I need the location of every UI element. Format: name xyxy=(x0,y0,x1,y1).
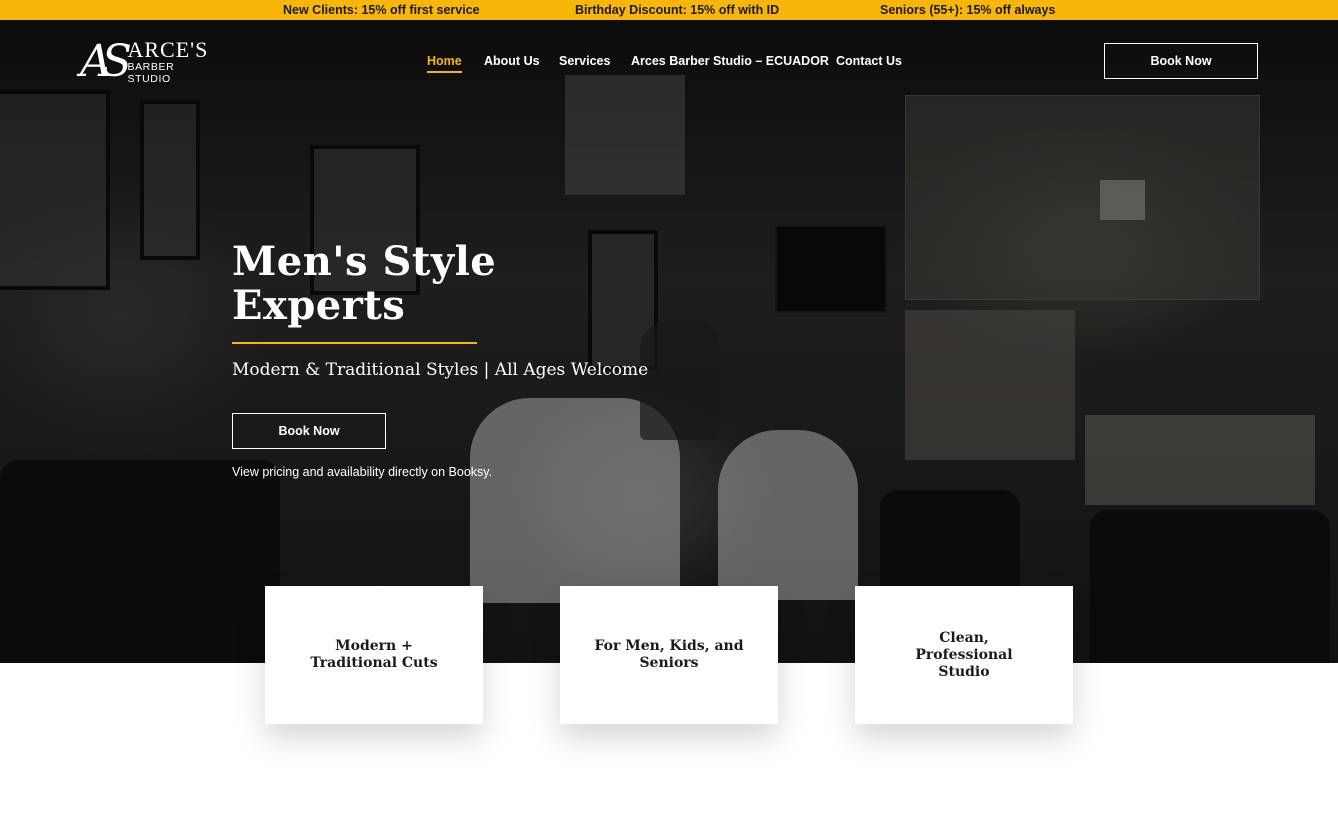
feature-card-studio: Clean, Professional Studio xyxy=(855,586,1073,724)
feature-card-label: Modern + Traditional Cuts xyxy=(310,638,438,671)
nav-home[interactable]: Home xyxy=(427,54,462,73)
promo-seniors: Seniors (55+): 15% off always xyxy=(880,3,1056,17)
feature-card-all-ages: For Men, Kids, and Seniors xyxy=(560,586,778,724)
feature-card-label: For Men, Kids, and Seniors xyxy=(594,638,744,671)
hero-title: Men's Style Experts xyxy=(232,240,652,328)
header-book-now-button[interactable]: Book Now xyxy=(1104,43,1258,79)
nav-ecuador[interactable]: Arces Barber Studio – ECUADOR xyxy=(631,54,829,68)
nav-contact-us[interactable]: Contact Us xyxy=(836,54,902,68)
nav-services[interactable]: Services xyxy=(559,54,610,68)
hero-section xyxy=(0,20,1338,663)
logo-mark: AS xyxy=(80,36,132,87)
promo-new-clients: New Clients: 15% off first service xyxy=(283,3,480,17)
logo-text: ARCE'S BARBER STUDIO xyxy=(127,37,220,86)
nav-about-us[interactable]: About Us xyxy=(484,54,540,68)
hero-book-now-button[interactable]: Book Now xyxy=(232,413,386,449)
brand-logo[interactable]: AS ARCE'S BARBER STUDIO xyxy=(80,33,220,91)
promo-bar: New Clients: 15% off first service Birth… xyxy=(0,0,1338,20)
logo-name: ARCE'S xyxy=(127,37,209,62)
hero-title-line-1: Men's Style xyxy=(232,238,497,285)
logo-subtitle: BARBER STUDIO xyxy=(127,61,175,85)
promo-birthday: Birthday Discount: 15% off with ID xyxy=(575,3,780,17)
hero-booksy-note: View pricing and availability directly o… xyxy=(232,465,493,479)
hero-subtitle: Modern & Traditional Styles | All Ages W… xyxy=(232,360,649,380)
feature-card-label: Clean, Professional Studio xyxy=(915,629,1013,680)
hero-title-line-2: Experts xyxy=(232,282,406,329)
hero-divider xyxy=(232,342,477,344)
hero-overlay xyxy=(0,20,1338,663)
feature-card-cuts: Modern + Traditional Cuts xyxy=(265,586,483,724)
